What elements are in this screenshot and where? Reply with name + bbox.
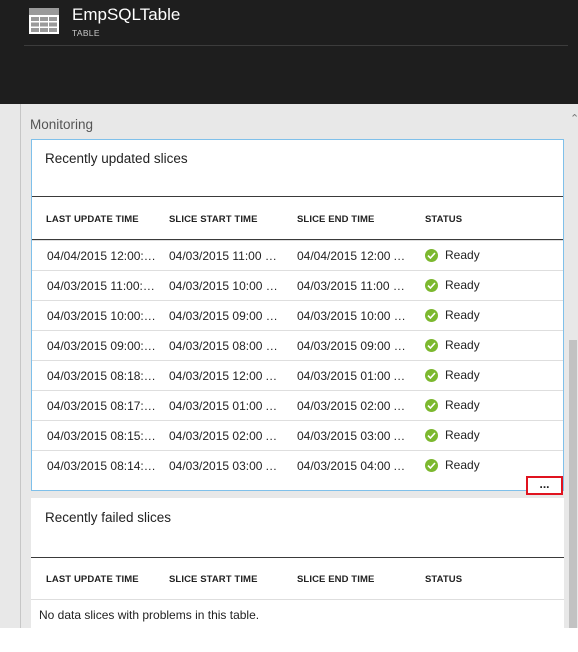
cell-slice-start: 04/03/2015 08:00 P… — [169, 339, 283, 353]
cell-status: Ready — [425, 338, 480, 352]
status-label: Ready — [445, 458, 480, 472]
cell-slice-start: 04/03/2015 11:00 P… — [169, 249, 283, 263]
table-row[interactable]: 04/03/2015 10:00:4… 04/03/2015 09:00 P… 04… — [32, 300, 563, 330]
cell-status: Ready — [425, 428, 480, 442]
blade-header: EmpSQLTable TABLE — [0, 0, 578, 104]
ready-check-icon — [425, 458, 438, 472]
column-header-slice-start[interactable]: SLICE START TIME — [169, 214, 258, 225]
table-row[interactable]: 04/03/2015 08:15:5… 04/03/2015 02:00 A… 04… — [32, 420, 563, 450]
cell-last-update: 04/03/2015 08:15:5… — [47, 429, 160, 443]
monitoring-section-label: Monitoring — [30, 117, 94, 132]
status-label: Ready — [445, 248, 480, 262]
status-label: Ready — [445, 368, 480, 382]
column-header-slice-end[interactable]: SLICE END TIME — [297, 214, 374, 225]
cell-slice-end: 04/03/2015 01:00 A… — [297, 369, 411, 383]
more-button[interactable]: ... — [526, 476, 563, 495]
ready-check-icon — [425, 338, 438, 352]
cell-status: Ready — [425, 368, 480, 382]
cell-slice-end: 04/03/2015 09:00 P… — [297, 339, 411, 353]
cell-last-update: 04/03/2015 08:14:5… — [47, 459, 160, 473]
ready-check-icon — [425, 428, 438, 442]
table-row[interactable]: 04/03/2015 08:14:5… 04/03/2015 03:00 A… 04… — [32, 450, 563, 480]
cell-status: Ready — [425, 458, 480, 472]
failed-table-top-rule — [31, 557, 564, 558]
recently-failed-title: Recently failed slices — [45, 510, 172, 525]
cell-status: Ready — [425, 248, 480, 262]
table-top-rule — [32, 196, 563, 197]
status-label: Ready — [445, 308, 480, 322]
ready-check-icon — [425, 368, 438, 382]
cell-slice-end: 04/03/2015 02:00 A… — [297, 399, 411, 413]
status-label: Ready — [445, 428, 480, 442]
cell-slice-end: 04/03/2015 03:00 A… — [297, 429, 411, 443]
table-icon — [29, 8, 59, 39]
content-edge — [20, 104, 21, 628]
failed-column-header-slice-start[interactable]: SLICE START TIME — [169, 574, 258, 585]
cell-last-update: 04/04/2015 12:00:4… — [47, 249, 160, 263]
header-divider — [24, 45, 568, 46]
cell-slice-end: 04/03/2015 04:00 A… — [297, 459, 411, 473]
status-label: Ready — [445, 338, 480, 352]
page-subtitle: TABLE — [72, 28, 100, 38]
failed-header-rule — [31, 599, 564, 600]
failed-column-header-status[interactable]: STATUS — [425, 574, 462, 585]
cell-slice-start: 04/03/2015 02:00 A… — [169, 429, 283, 443]
recently-updated-title: Recently updated slices — [45, 151, 188, 166]
cell-slice-start: 04/03/2015 01:00 A… — [169, 399, 283, 413]
cell-last-update: 04/03/2015 08:18:0… — [47, 369, 160, 383]
status-label: Ready — [445, 398, 480, 412]
ready-check-icon — [425, 398, 438, 412]
column-header-status[interactable]: STATUS — [425, 214, 462, 225]
page-title: EmpSQLTable — [72, 5, 181, 24]
cell-status: Ready — [425, 308, 480, 322]
empty-state-message: No data slices with problems in this tab… — [39, 608, 260, 622]
cell-slice-start: 04/03/2015 12:00 A… — [169, 369, 283, 383]
column-header-last-update[interactable]: LAST UPDATE TIME — [46, 214, 139, 225]
status-label: Ready — [445, 278, 480, 292]
cell-last-update: 04/03/2015 10:00:4… — [47, 309, 160, 323]
scrollbar-thumb[interactable] — [569, 340, 577, 628]
ready-check-icon — [425, 278, 438, 292]
cell-slice-end: 04/03/2015 10:00 P… — [297, 309, 411, 323]
recently-failed-slices-tile[interactable]: Recently failed slices LAST UPDATE TIME … — [31, 498, 564, 628]
cell-last-update: 04/03/2015 08:17:0… — [47, 399, 160, 413]
ready-check-icon — [425, 308, 438, 322]
failed-column-header-slice-end[interactable]: SLICE END TIME — [297, 574, 374, 585]
bottom-strip — [0, 628, 578, 652]
table-row[interactable]: 04/03/2015 08:18:0… 04/03/2015 12:00 A… 04… — [32, 360, 563, 390]
table-row[interactable]: 04/03/2015 11:00:0… 04/03/2015 10:00 P… 04… — [32, 270, 563, 300]
recently-updated-slices-tile[interactable]: Recently updated slices LAST UPDATE TIME… — [31, 139, 564, 491]
failed-column-header-last-update[interactable]: LAST UPDATE TIME — [46, 574, 139, 585]
table-row[interactable]: 04/03/2015 09:00:4… 04/03/2015 08:00 P… 04… — [32, 330, 563, 360]
cell-slice-start: 04/03/2015 09:00 P… — [169, 309, 283, 323]
table-row[interactable]: 04/03/2015 08:17:0… 04/03/2015 01:00 A… 04… — [32, 390, 563, 420]
cell-status: Ready — [425, 278, 480, 292]
cell-slice-start: 04/03/2015 03:00 A… — [169, 459, 283, 473]
ready-check-icon — [425, 248, 438, 262]
cell-slice-end: 04/04/2015 12:00 A… — [297, 249, 411, 263]
cell-status: Ready — [425, 398, 480, 412]
cell-slice-start: 04/03/2015 10:00 P… — [169, 279, 283, 293]
scroll-up-icon[interactable]: ⌃ — [570, 114, 578, 125]
cell-slice-end: 04/03/2015 11:00 P… — [297, 279, 411, 293]
table-row[interactable]: 04/04/2015 12:00:4… 04/03/2015 11:00 P… 04… — [32, 240, 563, 270]
cell-last-update: 04/03/2015 11:00:0… — [47, 279, 160, 293]
cell-last-update: 04/03/2015 09:00:4… — [47, 339, 160, 353]
